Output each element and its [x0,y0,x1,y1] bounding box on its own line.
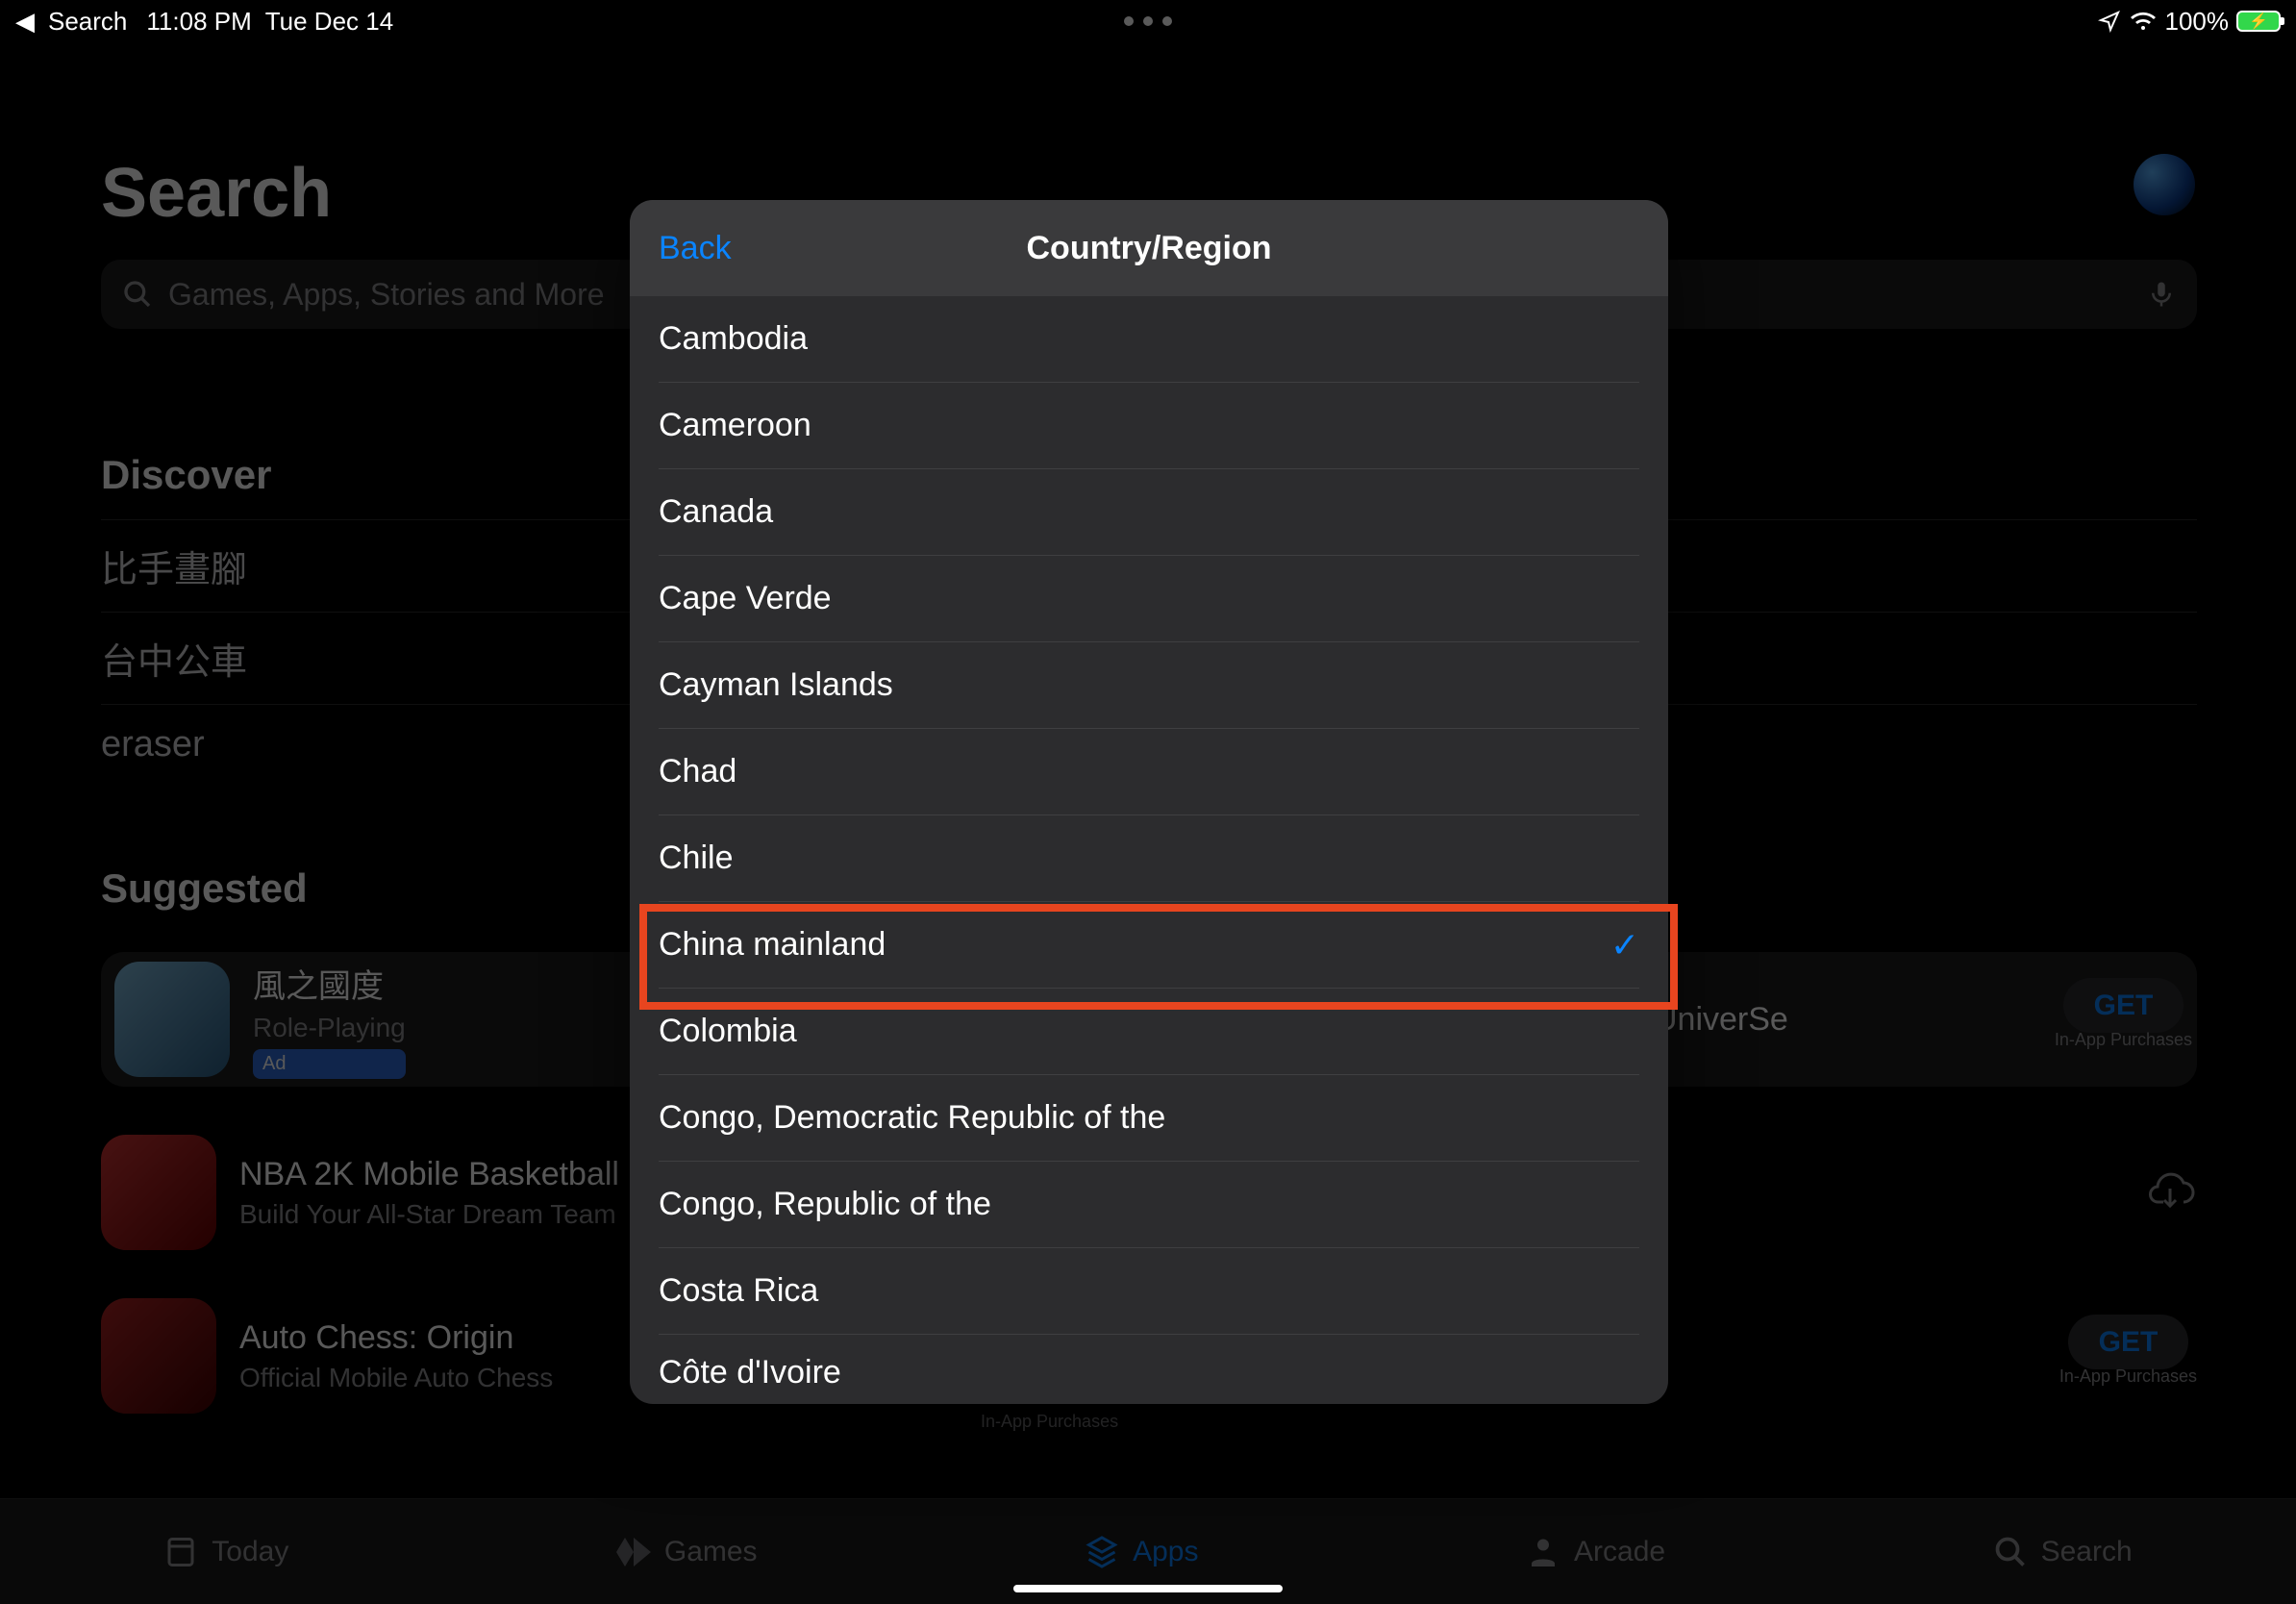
app-subtitle: Role-Playing [253,1013,406,1043]
country-label: Chile [659,840,733,877]
tab-games[interactable]: Games [616,1535,758,1569]
mic-icon[interactable] [2147,280,2176,309]
tab-label: Games [664,1536,758,1568]
country-item[interactable]: Colombia [659,989,1639,1075]
iap-label: In-App Purchases [2055,1030,2192,1050]
app-subtitle: Official Mobile Auto Chess [239,1363,553,1393]
suggested-app-right[interactable]: UniverSe GET In-App Purchases [1654,952,2192,1087]
country-label: Costa Rica [659,1272,818,1310]
country-item[interactable]: Cambodia [659,296,1639,383]
tab-today[interactable]: Today [163,1535,288,1569]
tab-label: Arcade [1574,1536,1665,1568]
get-button[interactable]: GET [2068,1315,2189,1369]
tab-arcade[interactable]: Arcade [1526,1535,1665,1569]
back-button[interactable]: Back [659,230,732,267]
country-label: Canada [659,493,773,531]
cloud-download-icon[interactable] [2143,1171,2197,1214]
country-label: Cameroon [659,407,811,444]
checkmark-icon: ✓ [1610,925,1639,965]
home-indicator[interactable] [1013,1585,1283,1592]
country-label: Chad [659,753,736,790]
tab-apps[interactable]: Apps [1085,1535,1198,1569]
ad-badge: Ad [253,1049,406,1079]
country-item[interactable]: Congo, Republic of the [659,1162,1639,1248]
tab-label: Apps [1133,1536,1198,1568]
country-label: Cayman Islands [659,666,893,704]
country-label: Côte d'Ivoire [659,1354,841,1391]
iap-label: In-App Purchases [2059,1366,2197,1387]
country-item-selected[interactable]: China mainland ✓ [659,902,1639,989]
country-region-modal: Back Country/Region Cambodia Cameroon Ca… [630,200,1668,1404]
country-label: Congo, Republic of the [659,1186,991,1223]
app-name: NBA 2K Mobile Basketball [239,1156,619,1193]
discover-title: Discover [101,452,271,498]
country-label: Cape Verde [659,580,832,617]
account-avatar[interactable] [2134,154,2195,215]
country-label: China mainland [659,926,886,964]
app-name: Auto Chess: Origin [239,1319,553,1357]
country-list[interactable]: Cambodia Cameroon Canada Cape Verde Caym… [630,296,1668,1402]
country-item[interactable]: Costa Rica [659,1248,1639,1335]
country-item[interactable]: Chile [659,815,1639,902]
get-button[interactable]: GET [2063,978,2184,1033]
app-icon [114,962,230,1077]
app-name: UniverSe [1654,1001,1788,1039]
country-item[interactable]: Cayman Islands [659,642,1639,729]
country-item[interactable]: Cameroon [659,383,1639,469]
app-icon [101,1135,216,1250]
country-item[interactable]: Côte d'Ivoire [659,1335,1639,1402]
page-title: Search [101,154,332,233]
suggested-title: Suggested [101,865,308,912]
tab-label: Today [212,1536,288,1568]
app-name: 風之國度 [253,960,406,1007]
country-item[interactable]: Chad [659,729,1639,815]
country-item[interactable]: Canada [659,469,1639,556]
app-subtitle: Build Your All-Star Dream Team [239,1199,619,1230]
search-icon [122,279,153,310]
country-label: Colombia [659,1013,797,1050]
country-item[interactable]: Cape Verde [659,556,1639,642]
tab-label: Search [2041,1536,2133,1568]
tab-search[interactable]: Search [1993,1535,2133,1569]
iap-label: In-App Purchases [981,1412,1118,1432]
country-label: Congo, Democratic Republic of the [659,1099,1165,1137]
modal-header: Back Country/Region [630,200,1668,296]
country-label: Cambodia [659,320,808,358]
modal-title: Country/Region [1027,230,1272,267]
app-icon [101,1298,216,1414]
country-item[interactable]: Congo, Democratic Republic of the [659,1075,1639,1162]
